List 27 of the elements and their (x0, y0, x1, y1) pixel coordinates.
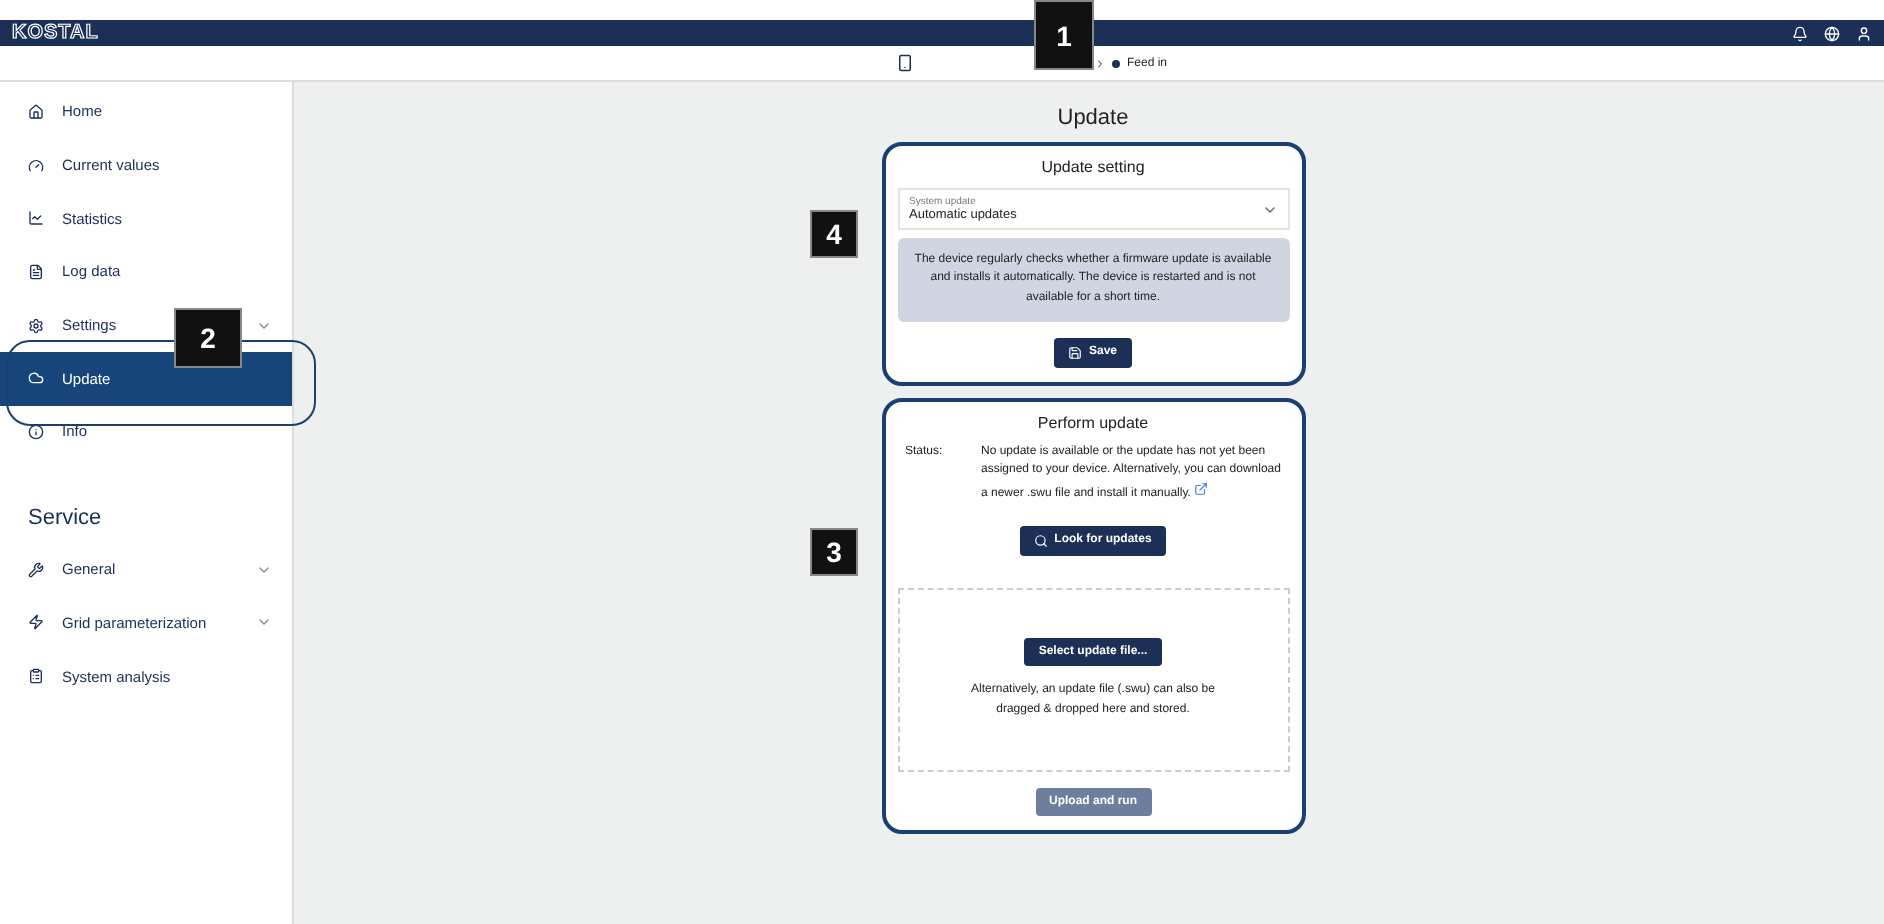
info-icon (28, 423, 44, 440)
callout-tooltip: 3 (810, 528, 858, 576)
callout-tooltip: 4 (810, 210, 858, 258)
lightning-icon (28, 614, 44, 631)
chevron-right-icon (1094, 57, 1107, 69)
external-link-icon[interactable] (1194, 482, 1209, 497)
section-heading: Service (26, 504, 104, 535)
document-icon (28, 263, 44, 280)
clipboard-icon (28, 668, 44, 685)
cloud-icon (28, 370, 44, 387)
user-icon[interactable] (1856, 25, 1872, 41)
settings-icon (28, 317, 44, 334)
logo: KOSTAL (12, 22, 99, 44)
gauge-icon (28, 157, 44, 174)
globe-icon[interactable] (1824, 25, 1840, 41)
device-icon (896, 54, 915, 72)
search-icon (1034, 533, 1049, 548)
callout-tooltip: 1 (1034, 0, 1094, 70)
page-title: Update (1057, 106, 1129, 130)
card-title: Perform update (1037, 413, 1149, 432)
tools-icon (28, 561, 44, 578)
bell-icon[interactable] (1792, 25, 1808, 41)
callout-tooltip: 2 (174, 308, 242, 368)
house-icon (28, 103, 44, 120)
status-dot (1112, 59, 1121, 67)
line-chart-icon (28, 210, 44, 227)
card-title: Update setting (1041, 158, 1145, 176)
